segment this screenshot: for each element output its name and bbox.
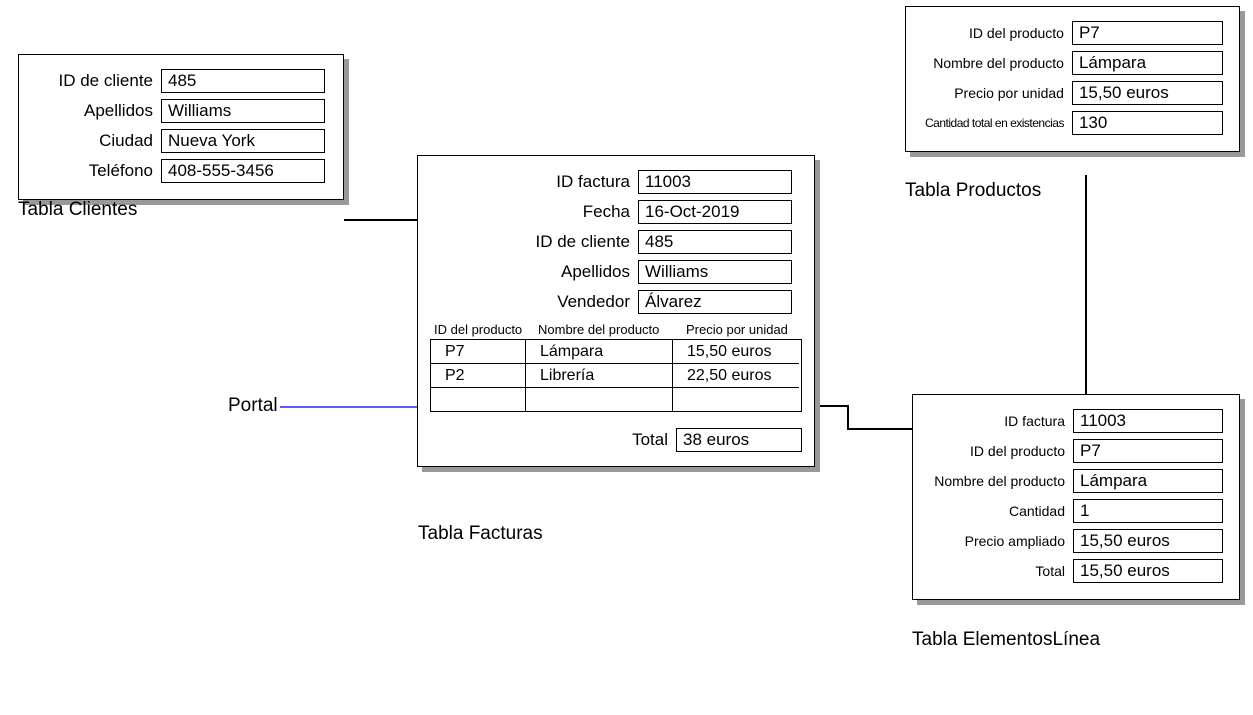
field-el-cant: 1 bbox=[1073, 499, 1223, 523]
portal-cell-id: P2 bbox=[431, 364, 526, 388]
field-telefono: 408-555-3456 bbox=[161, 159, 325, 183]
portal-row: P2 Librería 22,50 euros bbox=[431, 364, 801, 388]
field-prod-id: P7 bbox=[1072, 21, 1223, 45]
field-apellidos: Williams bbox=[161, 99, 325, 123]
field-el-nombre: Lámpara bbox=[1073, 469, 1223, 493]
portal-label: Portal bbox=[228, 395, 278, 417]
label-fact-id: ID factura bbox=[430, 172, 638, 192]
portal-cell-id bbox=[431, 388, 526, 411]
label-el-factura: ID factura bbox=[929, 411, 1073, 431]
caption-clientes: Tabla Clientes bbox=[18, 199, 137, 221]
portal-cell-precio bbox=[673, 388, 799, 411]
label-el-precio: Precio ampliado bbox=[929, 531, 1073, 551]
portal-row bbox=[431, 388, 801, 411]
portal-row: P7 Lámpara 15,50 euros bbox=[431, 340, 801, 364]
field-fact-vendedor: Álvarez bbox=[638, 290, 792, 314]
label-prod-precio: Precio por unidad bbox=[922, 83, 1072, 103]
portal-head-precio: Precio por unidad bbox=[682, 322, 800, 339]
portal-cell-nombre: Librería bbox=[526, 364, 673, 388]
portal-cell-precio: 22,50 euros bbox=[673, 364, 799, 388]
portal-head-id: ID del producto bbox=[430, 322, 534, 339]
label-prod-id: ID del producto bbox=[922, 23, 1072, 43]
label-el-total: Total bbox=[929, 561, 1073, 581]
caption-facturas: Tabla Facturas bbox=[418, 523, 543, 545]
label-id-cliente: ID de cliente bbox=[35, 71, 161, 91]
caption-elementoslinea: Tabla ElementosLínea bbox=[912, 629, 1100, 651]
portal-cell-nombre: Lámpara bbox=[526, 340, 673, 364]
portal-cell-nombre bbox=[526, 388, 673, 411]
caption-productos: Tabla Productos bbox=[905, 180, 1041, 202]
table-productos: ID del producto P7 Nombre del producto L… bbox=[905, 6, 1240, 152]
label-prod-stock: Cantidad total en existencias bbox=[922, 113, 1072, 133]
label-apellidos: Apellidos bbox=[35, 101, 161, 121]
label-fact-total: Total bbox=[632, 430, 676, 450]
field-el-prod: P7 bbox=[1073, 439, 1223, 463]
field-prod-nombre: Lámpara bbox=[1072, 51, 1223, 75]
field-el-precio: 15,50 euros bbox=[1073, 529, 1223, 553]
label-telefono: Teléfono bbox=[35, 161, 161, 181]
portal-head-nombre: Nombre del producto bbox=[534, 322, 682, 339]
label-ciudad: Ciudad bbox=[35, 131, 161, 151]
field-el-factura: 11003 bbox=[1073, 409, 1223, 433]
label-el-prod: ID del producto bbox=[929, 441, 1073, 461]
field-id-cliente: 485 bbox=[161, 69, 325, 93]
label-fact-cliente: ID de cliente bbox=[430, 232, 638, 252]
table-elementoslinea: ID factura 11003 ID del producto P7 Nomb… bbox=[912, 394, 1240, 600]
field-prod-precio: 15,50 euros bbox=[1072, 81, 1223, 105]
field-fact-cliente: 485 bbox=[638, 230, 792, 254]
portal-cell-precio: 15,50 euros bbox=[673, 340, 799, 364]
field-fact-apellidos: Williams bbox=[638, 260, 792, 284]
portal-cell-id: P7 bbox=[431, 340, 526, 364]
field-prod-stock: 130 bbox=[1072, 111, 1223, 135]
table-facturas: ID factura 11003 Fecha 16-Oct-2019 ID de… bbox=[417, 155, 815, 467]
label-fact-apellidos: Apellidos bbox=[430, 262, 638, 282]
table-clientes: ID de cliente 485 Apellidos Williams Ciu… bbox=[18, 54, 344, 200]
label-el-nombre: Nombre del producto bbox=[929, 471, 1073, 491]
portal-table: P7 Lámpara 15,50 euros P2 Librería 22,50… bbox=[430, 339, 802, 412]
portal-headers: ID del producto Nombre del producto Prec… bbox=[430, 322, 802, 339]
field-el-total: 15,50 euros bbox=[1073, 559, 1223, 583]
label-fact-vendedor: Vendedor bbox=[430, 292, 638, 312]
label-prod-nombre: Nombre del producto bbox=[922, 53, 1072, 73]
field-fact-id: 11003 bbox=[638, 170, 792, 194]
label-fact-fecha: Fecha bbox=[430, 202, 638, 222]
label-el-cant: Cantidad bbox=[929, 501, 1073, 521]
field-fact-total: 38 euros bbox=[676, 428, 802, 452]
field-ciudad: Nueva York bbox=[161, 129, 325, 153]
field-fact-fecha: 16-Oct-2019 bbox=[638, 200, 792, 224]
